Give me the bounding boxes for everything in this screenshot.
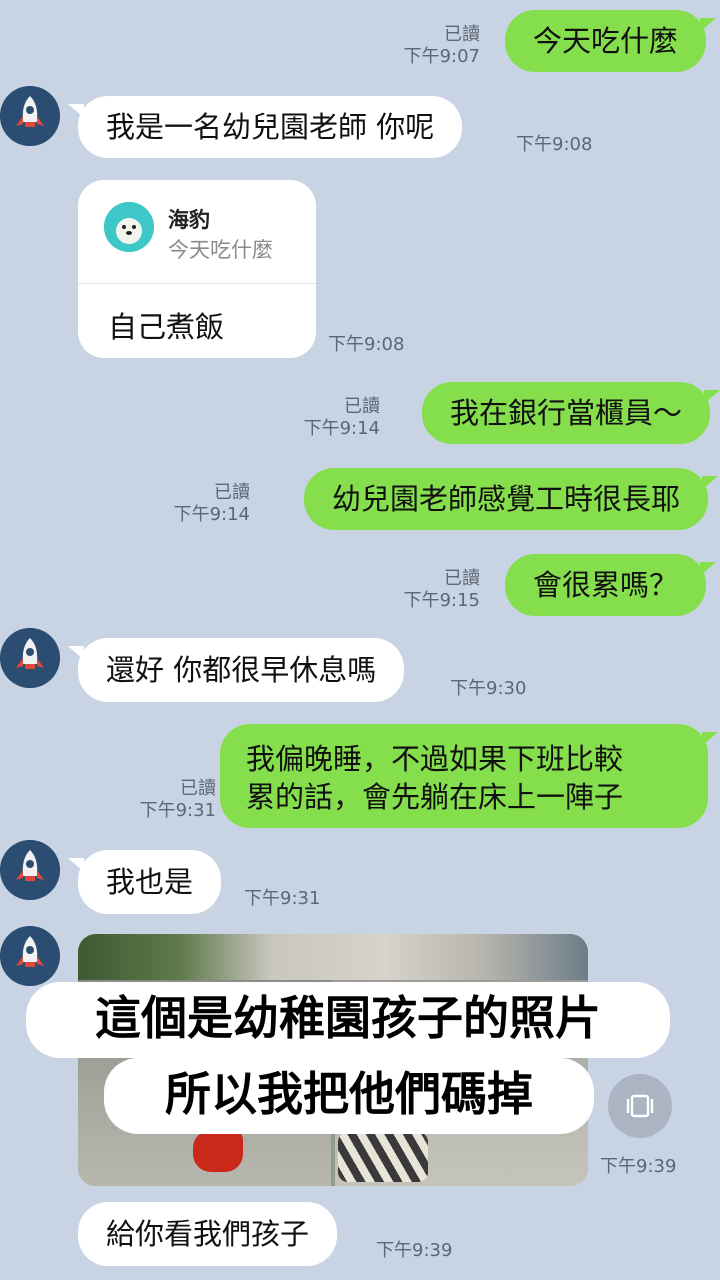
message-meta: 已讀 下午9:07: [404, 24, 480, 68]
quote-text: 今天吃什麼: [168, 238, 273, 262]
outgoing-message[interactable]: 會很累嗎？: [504, 554, 717, 616]
message-time: 下午9:39: [376, 1240, 453, 1261]
outgoing-message[interactable]: 我偏晚睡，不過如果下班比較 累的話，會先躺在床上一陣子: [220, 724, 718, 828]
rocket-icon: [0, 628, 60, 688]
message-time: 下午9:30: [450, 678, 527, 699]
message-text-line: 累的話，會先躺在床上一陣子: [246, 780, 624, 814]
quoted-message[interactable]: 海豹 今天吃什麼: [78, 180, 316, 284]
incoming-message[interactable]: 我也是: [67, 850, 222, 914]
rocket-icon: [0, 86, 60, 146]
incoming-message[interactable]: 還好 你都很早休息嗎: [67, 638, 405, 702]
message-text: 給你看我們孩子: [106, 1217, 310, 1251]
message-time: 下午9:31: [139, 800, 216, 821]
message-text: 我是一名幼兒園老師 你呢: [106, 110, 435, 144]
read-status: 已讀: [444, 568, 480, 589]
rocket-icon: [0, 926, 60, 986]
caption-line: 這個是幼稚園孩子的照片: [26, 982, 670, 1058]
photo-detail: [338, 1132, 428, 1182]
reply-message[interactable]: 海豹 今天吃什麼 自己煮飯: [78, 180, 316, 358]
avatar[interactable]: [0, 840, 60, 900]
incoming-message[interactable]: 給你看我們孩子: [78, 1202, 338, 1266]
photo-detail: [193, 1130, 243, 1172]
outgoing-message[interactable]: 今天吃什麼: [504, 10, 717, 72]
outgoing-message[interactable]: 我在銀行當櫃員～: [421, 382, 720, 444]
caption-line: 所以我把他們碼掉: [104, 1058, 594, 1134]
message-text: 我也是: [106, 865, 194, 899]
message-text: 會很累嗎？: [532, 568, 678, 602]
message-time: 下午9:31: [244, 888, 321, 909]
message-text: 還好 你都很早休息嗎: [106, 653, 377, 687]
message-time: 下午9:39: [600, 1156, 677, 1177]
rocket-icon: [0, 840, 60, 900]
overlay-caption: 這個是幼稚園孩子的照片 所以我把他們碼掉: [26, 982, 670, 1134]
message-time: 下午9:15: [403, 590, 480, 611]
chat-area[interactable]: 已讀 下午9:07 今天吃什麼 我是一名幼兒園老師 你呢 下午9:08 海豹 今…: [0, 0, 720, 1280]
message-text: 今天吃什麼: [532, 24, 678, 58]
read-status: 已讀: [214, 482, 250, 503]
message-text: 自己煮飯: [108, 310, 225, 344]
message-meta: 已讀 下午9:14: [174, 482, 250, 526]
seal-icon: [104, 202, 154, 252]
avatar[interactable]: [0, 926, 60, 986]
quote-sender-name: 海豹: [168, 208, 210, 232]
avatar[interactable]: [0, 628, 60, 688]
read-status: 已讀: [444, 24, 480, 45]
message-time: 下午9:08: [516, 134, 593, 155]
message-meta: 已讀 下午9:15: [404, 568, 480, 612]
message-text-line: 我偏晚睡，不過如果下班比較: [246, 742, 624, 776]
message-time: 下午9:14: [173, 504, 250, 525]
message-time: 下午9:07: [403, 46, 480, 67]
avatar[interactable]: [0, 86, 60, 146]
outgoing-message[interactable]: 幼兒園老師感覺工時很長耶: [303, 468, 719, 530]
incoming-message[interactable]: 我是一名幼兒園老師 你呢: [67, 96, 463, 158]
read-status: 已讀: [344, 396, 380, 417]
read-status: 已讀: [180, 778, 216, 799]
message-meta: 已讀 下午9:14: [304, 396, 380, 440]
message-time: 下午9:08: [328, 334, 405, 355]
message-meta: 已讀 下午9:31: [140, 778, 216, 822]
photo-top-strip: [78, 934, 588, 980]
message-text: 我在銀行當櫃員～: [449, 396, 682, 430]
message-text: 幼兒園老師感覺工時很長耶: [331, 482, 680, 516]
message-time: 下午9:14: [303, 418, 380, 439]
